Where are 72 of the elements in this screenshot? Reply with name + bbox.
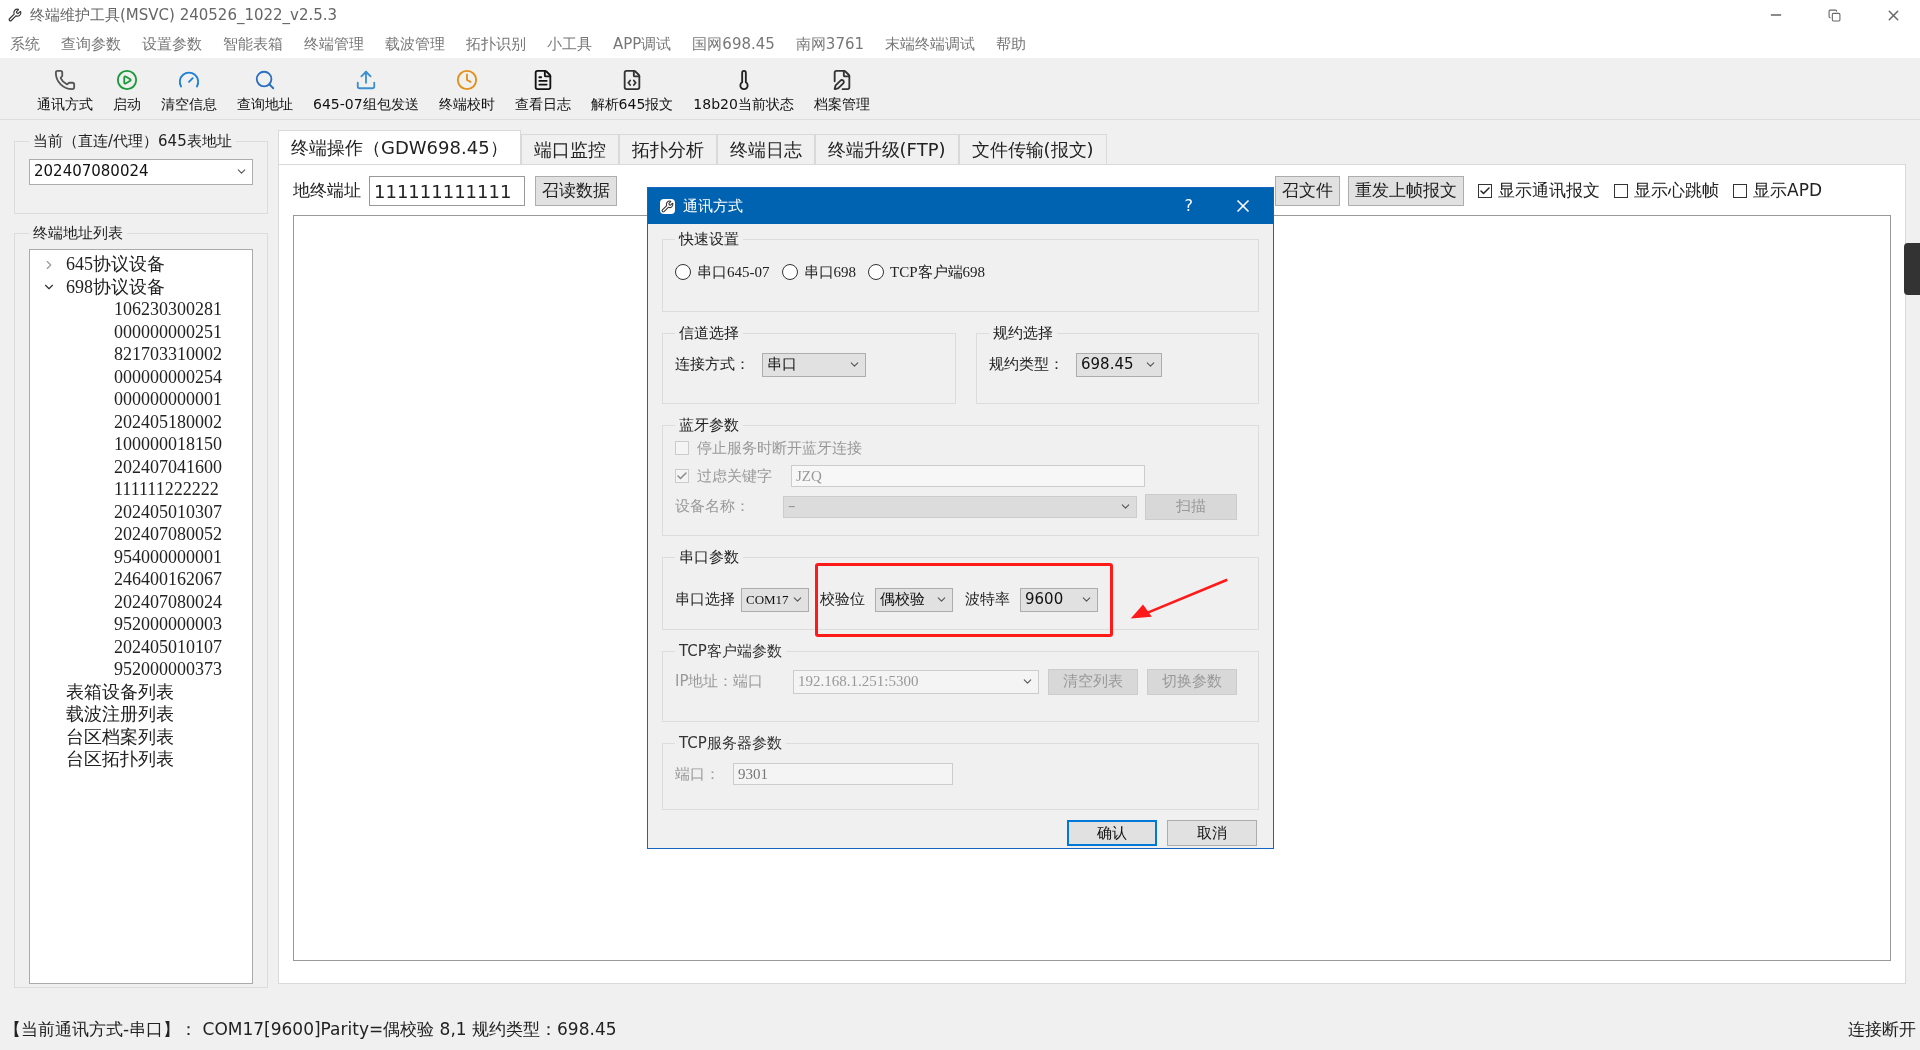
dialog-button[interactable]: 取消 (1167, 820, 1257, 846)
menu-item[interactable]: 南网3761 (795, 32, 865, 56)
dialog-title: 通讯方式 (683, 195, 743, 217)
port-dropdown[interactable]: COM17 (741, 587, 809, 612)
tab[interactable]: 终端日志 (716, 134, 815, 164)
radio-label: 串口645-07 (697, 262, 770, 282)
toolbar-button[interactable]: 645-07组包发送 (304, 69, 428, 115)
group-title: TCP服务器参数 (678, 733, 783, 754)
group-title: 当前（直连/代理）645表地址 (32, 131, 233, 152)
checkbox-label: 显示通讯报文 (1498, 179, 1600, 203)
toolbar-button[interactable]: 18b20当前状态 (684, 69, 803, 115)
connection-dropdown[interactable]: 串口 (762, 352, 866, 377)
group-title: 蓝牙参数 (678, 415, 740, 436)
help-button[interactable]: ? (1184, 194, 1193, 218)
action-button[interactable]: 召文件 (1275, 176, 1340, 206)
menu-item[interactable]: 查询参数 (61, 32, 121, 56)
baud-dropdown[interactable]: 9600 (1020, 587, 1098, 612)
read-data-button[interactable]: 召读数据 (535, 176, 617, 206)
menu-item[interactable]: 系统 (10, 32, 40, 56)
tab[interactable]: 文件传输(报文) (958, 134, 1107, 164)
menu-item[interactable]: APP调试 (613, 32, 672, 56)
protocol-dropdown[interactable]: 698.45 (1076, 352, 1162, 377)
menu-item[interactable]: 载波管理 (385, 32, 445, 56)
tab[interactable]: 端口监控 (520, 134, 619, 164)
toolbar-button[interactable]: 解析645报文 (581, 69, 683, 115)
group-title: 信道选择 (678, 323, 740, 344)
toolbar-button[interactable]: 终端校时 (429, 69, 504, 115)
field-label: 规约类型： (989, 354, 1064, 376)
tab[interactable]: 终端操作（GDW698.45） (278, 130, 521, 164)
field-label: 设备名称： (675, 496, 751, 518)
window-title: 终端维护工具(MSVC) 240526_1022_v2.5.3 (30, 4, 338, 26)
address-dropdown[interactable]: 202407080024 (29, 158, 253, 185)
action-button[interactable]: 重发上帧报文 (1348, 176, 1464, 206)
toolbar-button[interactable]: 启动 (104, 69, 150, 115)
field-label: IP地址：端口 (675, 671, 765, 693)
group-title: 终端地址列表 (32, 223, 124, 244)
field-label: 端口： (675, 763, 721, 785)
field-label: 地终端址 (293, 179, 361, 203)
status-text: 【当前通讯方式-串口】： COM17[9600]Parity=偶校验 8,1 规约类型：698.45 (4, 1018, 617, 1042)
group-title: 串口参数 (678, 547, 740, 568)
menu-item[interactable]: 末端终端调试 (885, 32, 976, 56)
menu-item[interactable]: 智能表箱 (223, 32, 283, 56)
field-label: 波特率 (965, 589, 1010, 611)
checkbox-label: 显示心跳帧 (1634, 179, 1719, 203)
tab[interactable]: 拓扑分析 (618, 134, 717, 164)
menu-item[interactable]: 帮助 (996, 32, 1027, 56)
toolbar-button[interactable]: 通讯方式 (28, 69, 102, 115)
toolbar-button[interactable]: 清空信息 (152, 69, 226, 115)
group-title: 快速设置 (677, 229, 740, 250)
menu-item[interactable]: 拓扑识别 (466, 32, 526, 56)
address-field[interactable]: 111111111111 (369, 176, 525, 206)
toolbar-button[interactable]: 查询地址 (228, 69, 302, 115)
group-title: TCP客户端参数 (678, 641, 783, 662)
field-label: 串口选择 (675, 589, 735, 611)
toolbar-button[interactable]: 档案管理 (804, 69, 879, 115)
menu-item[interactable]: 国网698.45 (692, 32, 775, 56)
checkbox-label: 过虑关键字 (697, 466, 773, 487)
menu-item[interactable]: 小工具 (547, 32, 592, 56)
connection-status: 连接断开 (1848, 1018, 1916, 1042)
radio-label: 串口698 (803, 262, 856, 282)
dialog-button[interactable]: 确认 (1067, 820, 1157, 846)
checkbox-label: 显示APD (1753, 179, 1822, 203)
menu-item[interactable]: 设置参数 (142, 32, 202, 56)
tab[interactable]: 终端升级(FTP) (814, 134, 959, 164)
field-label: 连接方式： (675, 354, 750, 376)
parity-dropdown[interactable]: 偶校验 (875, 587, 953, 612)
checkbox-label: 停止服务时断开蓝牙连接 (697, 437, 862, 459)
menu-item[interactable]: 终端管理 (304, 32, 364, 56)
field-label: 校验位 (820, 589, 865, 611)
group-title: 规约选择 (992, 323, 1054, 344)
radio-label: TCP客户端698 (890, 262, 985, 282)
toolbar-button[interactable]: 查看日志 (505, 69, 580, 115)
